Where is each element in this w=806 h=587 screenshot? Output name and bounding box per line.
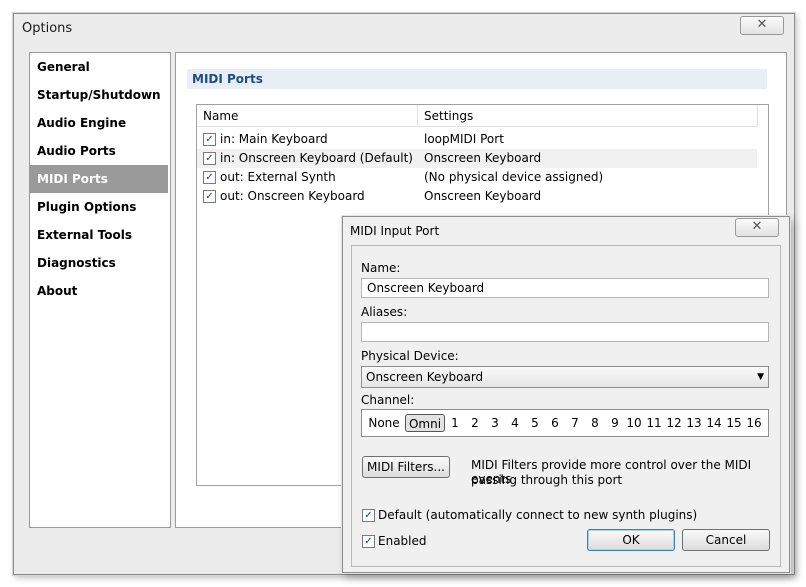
aliases-label: Aliases: — [361, 305, 408, 319]
sidebar-item-label: MIDI Ports — [37, 172, 108, 186]
cancel-button[interactable]: Cancel — [682, 529, 770, 551]
window-close-button[interactable]: ✕ — [740, 16, 784, 35]
dialog-title: MIDI Input Port — [350, 224, 440, 238]
sidebar-item-audio-ports[interactable]: Audio Ports — [30, 137, 168, 165]
name-field[interactable]: Onscreen Keyboard — [361, 278, 769, 298]
port-name: in: Onscreen Keyboard (Default) — [220, 151, 413, 165]
channel-none[interactable]: None — [366, 414, 402, 432]
ok-button[interactable]: OK — [587, 529, 675, 551]
sidebar-item-label: Startup/Shutdown — [37, 88, 161, 102]
row-enabled-checkbox[interactable]: ✓ — [203, 152, 216, 165]
table-row[interactable]: ✓ in: Onscreen Keyboard (Default) Onscre… — [197, 149, 757, 168]
enabled-checkbox-label[interactable]: Enabled — [378, 534, 427, 548]
port-settings: Onscreen Keyboard — [424, 189, 542, 203]
channel-6[interactable]: 6 — [547, 414, 563, 432]
physical-device-label: Physical Device: — [361, 349, 459, 363]
port-name: in: Main Keyboard — [220, 132, 328, 146]
sidebar-item-label: Audio Engine — [37, 116, 127, 130]
channel-12[interactable]: 12 — [664, 414, 684, 432]
channel-16[interactable]: 16 — [744, 414, 764, 432]
channel-8[interactable]: 8 — [587, 414, 603, 432]
enabled-checkbox[interactable]: ✓ — [362, 535, 375, 548]
row-enabled-checkbox[interactable]: ✓ — [203, 133, 216, 146]
sidebar-item-diagnostics[interactable]: Diagnostics — [30, 249, 168, 277]
channel-7[interactable]: 7 — [567, 414, 583, 432]
close-icon: ✕ — [756, 17, 768, 32]
default-checkbox-label[interactable]: Default (automatically connect to new sy… — [378, 508, 697, 522]
dialog-close-button[interactable]: ✕ — [735, 218, 779, 237]
midi-filters-button[interactable]: MIDI Filters... — [362, 456, 450, 478]
table-row[interactable]: ✓ out: External Synth (No physical devic… — [197, 168, 757, 187]
section-title: MIDI Ports — [187, 69, 767, 89]
channel-3[interactable]: 3 — [487, 414, 503, 432]
name-label: Name: — [361, 261, 401, 275]
sidebar-item-label: General — [37, 60, 90, 74]
column-header-settings[interactable]: Settings — [418, 105, 758, 127]
channel-2[interactable]: 2 — [467, 414, 483, 432]
channel-selector: None Omni 1 2 3 4 5 6 7 8 9 10 11 12 13 … — [361, 409, 769, 437]
port-settings: loopMIDI Port — [424, 132, 504, 146]
channel-11[interactable]: 11 — [644, 414, 664, 432]
midi-filters-description-line2: passing through this port — [471, 473, 623, 487]
table-row[interactable]: ✓ out: Onscreen Keyboard Onscreen Keyboa… — [197, 187, 757, 206]
close-icon: ✕ — [751, 219, 763, 234]
sidebar-item-general[interactable]: General — [30, 53, 168, 81]
port-settings: (No physical device assigned) — [424, 170, 604, 184]
sidebar-item-label: External Tools — [37, 228, 132, 242]
port-name: out: External Synth — [220, 170, 336, 184]
channel-1[interactable]: 1 — [447, 414, 463, 432]
channel-13[interactable]: 13 — [684, 414, 704, 432]
channel-5[interactable]: 5 — [527, 414, 543, 432]
sidebar-item-midi-ports[interactable]: MIDI Ports — [30, 165, 168, 193]
window-title: Options — [22, 21, 73, 36]
channel-label: Channel: — [361, 393, 415, 407]
sidebar-item-about[interactable]: About — [30, 277, 168, 305]
default-checkbox[interactable]: ✓ — [362, 509, 375, 522]
sidebar-item-plugin-options[interactable]: Plugin Options — [30, 193, 168, 221]
table-row[interactable]: ✓ in: Main Keyboard loopMIDI Port — [197, 130, 757, 149]
column-header-name[interactable]: Name — [197, 105, 418, 127]
channel-10[interactable]: 10 — [624, 414, 644, 432]
row-enabled-checkbox[interactable]: ✓ — [203, 171, 216, 184]
channel-omni[interactable]: Omni — [405, 414, 445, 432]
port-settings: Onscreen Keyboard — [424, 151, 542, 165]
physical-device-value: Onscreen Keyboard — [366, 370, 484, 384]
channel-15[interactable]: 15 — [724, 414, 744, 432]
channel-14[interactable]: 14 — [704, 414, 724, 432]
sidebar-item-label: Diagnostics — [37, 256, 116, 270]
sidebar-item-label: Audio Ports — [37, 144, 116, 158]
dialog-body: Name: Onscreen Keyboard Aliases: Physica… — [351, 245, 781, 567]
sidebar-item-label: About — [37, 284, 78, 298]
row-enabled-checkbox[interactable]: ✓ — [203, 190, 216, 203]
port-name: out: Onscreen Keyboard — [220, 189, 365, 203]
sidebar-item-external-tools[interactable]: External Tools — [30, 221, 168, 249]
channel-4[interactable]: 4 — [507, 414, 523, 432]
chevron-down-icon: ▼ — [757, 372, 764, 382]
channel-9[interactable]: 9 — [607, 414, 623, 432]
sidebar-item-audio-engine[interactable]: Audio Engine — [30, 109, 168, 137]
sidebar-item-label: Plugin Options — [37, 200, 137, 214]
physical-device-select[interactable]: Onscreen Keyboard ▼ — [361, 366, 769, 388]
midi-input-port-dialog: MIDI Input Port ✕ Name: Onscreen Keyboar… — [342, 216, 790, 573]
aliases-field[interactable] — [361, 322, 769, 342]
sidebar: General Startup/Shutdown Audio Engine Au… — [29, 52, 171, 528]
sidebar-item-startup-shutdown[interactable]: Startup/Shutdown — [30, 81, 168, 109]
